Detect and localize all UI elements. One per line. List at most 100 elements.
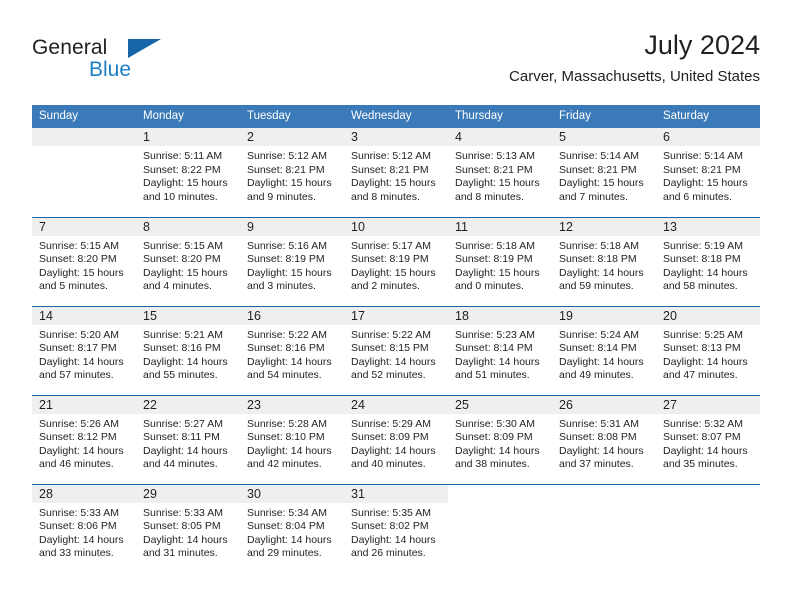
daylight-duration-line1: Daylight: 15 hours [247,177,332,190]
sunrise-time: Sunrise: 5:24 AM [559,328,639,341]
daylight-duration-line1: Daylight: 14 hours [663,444,748,457]
calendar-day-cell[interactable]: 26 Sunrise: 5:31 AM Sunset: 8:08 PM Dayligh… [552,394,656,484]
daylight-duration-line1: Daylight: 15 hours [455,177,540,190]
calendar-day-cell[interactable]: 7 Sunrise: 5:15 AM Sunset: 8:20 PM Daylight… [32,216,136,306]
calendar-day-cell[interactable]: 28 Sunrise: 5:33 AM Sunset: 8:06 PM Dayligh… [32,483,136,573]
sunset-time: Sunset: 8:13 PM [663,342,741,355]
calendar-day-cell[interactable]: 1 Sunrise: 5:11 AM Sunset: 8:22 PM Daylight… [136,128,240,217]
calendar-day-cell[interactable]: 21 Sunrise: 5:26 AM Sunset: 8:12 PM Dayligh… [32,394,136,484]
sunset-time: Sunset: 8:18 PM [663,253,741,266]
calendar-day-cell[interactable]: 10 Sunrise: 5:17 AM Sunset: 8:19 PM Dayligh… [344,216,448,306]
calendar-day-cell[interactable]: 3 Sunrise: 5:12 AM Sunset: 8:21 PM Daylight… [344,128,448,217]
calendar-cell-blank [448,483,552,573]
sunrise-time: Sunrise: 5:22 AM [351,328,431,341]
daylight-duration-line2: and 8 minutes. [455,190,524,203]
daylight-duration-line2: and 57 minutes. [39,369,114,382]
calendar-day-cell[interactable]: 16 Sunrise: 5:22 AM Sunset: 8:16 PM Dayligh… [240,305,344,395]
daylight-duration-line1: Daylight: 14 hours [247,355,332,368]
daylight-duration-line2: and 6 minutes. [663,190,732,203]
sunset-time: Sunset: 8:11 PM [143,431,220,444]
daylight-duration-line1: Daylight: 15 hours [143,266,228,279]
sunrise-time: Sunrise: 5:20 AM [39,328,119,341]
day-details: Sunrise: 5:15 AM Sunset: 8:20 PM Daylight:… [136,236,240,294]
daylight-duration-line1: Daylight: 15 hours [351,177,436,190]
sunset-time: Sunset: 8:21 PM [663,163,741,176]
calendar-day-cell[interactable]: 13 Sunrise: 5:19 AM Sunset: 8:18 PM Dayligh… [656,216,760,306]
calendar-day-cell[interactable]: 4 Sunrise: 5:13 AM Sunset: 8:21 PM Daylight… [448,128,552,217]
daylight-duration-line1: Daylight: 14 hours [351,355,436,368]
day-number: 4 [448,128,552,146]
daylight-duration-line2: and 58 minutes. [663,280,738,293]
daylight-duration-line1: Daylight: 15 hours [455,266,540,279]
calendar-day-cell[interactable]: 19 Sunrise: 5:24 AM Sunset: 8:14 PM Dayligh… [552,305,656,395]
daylight-duration-line1: Daylight: 14 hours [143,533,228,546]
daylight-duration-line1: Daylight: 14 hours [559,266,644,279]
day-number: 12 [552,217,656,236]
calendar-day-cell[interactable]: 30 Sunrise: 5:34 AM Sunset: 8:04 PM Dayligh… [240,483,344,573]
calendar-day-cell[interactable]: 18 Sunrise: 5:23 AM Sunset: 8:14 PM Dayligh… [448,305,552,395]
day-details: Sunrise: 5:11 AM Sunset: 8:22 PM Daylight:… [136,146,240,204]
calendar-day-cell[interactable]: 8 Sunrise: 5:15 AM Sunset: 8:20 PM Daylight… [136,216,240,306]
calendar-day-cell[interactable]: 5 Sunrise: 5:14 AM Sunset: 8:21 PM Daylight… [552,128,656,217]
daylight-duration-line1: Daylight: 14 hours [559,355,644,368]
sunrise-time: Sunrise: 5:31 AM [559,417,639,430]
calendar-day-cell[interactable]: 20 Sunrise: 5:25 AM Sunset: 8:13 PM Dayligh… [656,305,760,395]
sunset-time: Sunset: 8:17 PM [39,342,117,355]
calendar-day-cell[interactable]: 22 Sunrise: 5:27 AM Sunset: 8:11 PM Dayligh… [136,394,240,484]
calendar-day-cell[interactable]: 12 Sunrise: 5:18 AM Sunset: 8:18 PM Dayligh… [552,216,656,306]
daylight-duration-line2: and 47 minutes. [663,369,738,382]
calendar-day-cell[interactable]: 29 Sunrise: 5:33 AM Sunset: 8:05 PM Dayligh… [136,483,240,573]
day-details: Sunrise: 5:30 AM Sunset: 8:09 PM Daylight:… [448,414,552,472]
day-details: Sunrise: 5:13 AM Sunset: 8:21 PM Daylight:… [448,146,552,204]
day-number: 15 [136,306,240,325]
day-number: 28 [32,484,136,503]
calendar-day-cell[interactable]: 14 Sunrise: 5:20 AM Sunset: 8:17 PM Dayligh… [32,305,136,395]
brand-triangle-icon [128,39,161,58]
daylight-duration-line2: and 40 minutes. [351,458,426,471]
calendar-week-row: 1 Sunrise: 5:11 AM Sunset: 8:22 PM Daylight… [32,128,760,217]
sunrise-time: Sunrise: 5:12 AM [351,150,431,162]
daylight-duration-line2: and 26 minutes. [351,547,426,560]
daylight-duration-line1: Daylight: 14 hours [455,444,540,457]
calendar-week-row: 14 Sunrise: 5:20 AM Sunset: 8:17 PM Dayligh… [32,305,760,395]
sunrise-time: Sunrise: 5:12 AM [247,150,327,162]
day-details: Sunrise: 5:25 AM Sunset: 8:13 PM Daylight:… [656,325,760,383]
brand-name-blue: Blue [89,58,132,81]
calendar-week-row: 21 Sunrise: 5:26 AM Sunset: 8:12 PM Dayligh… [32,394,760,484]
sunset-time: Sunset: 8:16 PM [143,342,221,355]
day-details: Sunrise: 5:23 AM Sunset: 8:14 PM Daylight:… [448,325,552,383]
daylight-duration-line2: and 7 minutes. [559,190,628,203]
calendar-day-cell[interactable]: 11 Sunrise: 5:18 AM Sunset: 8:19 PM Dayligh… [448,216,552,306]
day-number: 20 [656,306,760,325]
calendar-day-cell[interactable]: 2 Sunrise: 5:12 AM Sunset: 8:21 PM Daylight… [240,128,344,217]
day-number: 6 [656,128,760,146]
day-number: 16 [240,306,344,325]
brand-logo[interactable]: General Blue [32,36,252,88]
daylight-duration-line2: and 49 minutes. [559,369,634,382]
daylight-duration-line2: and 52 minutes. [351,369,426,382]
sunset-time: Sunset: 8:20 PM [143,253,221,266]
calendar-day-cell[interactable]: 15 Sunrise: 5:21 AM Sunset: 8:16 PM Dayligh… [136,305,240,395]
daylight-duration-line1: Daylight: 14 hours [143,355,228,368]
sunrise-time: Sunrise: 5:11 AM [143,150,223,162]
page-header: General Blue July 2024 Carver, Massachus… [32,28,760,90]
daylight-duration-line2: and 8 minutes. [351,190,420,203]
calendar-day-cell[interactable]: 24 Sunrise: 5:29 AM Sunset: 8:09 PM Dayligh… [344,394,448,484]
daylight-duration-line1: Daylight: 15 hours [351,266,436,279]
calendar-day-cell[interactable]: 25 Sunrise: 5:30 AM Sunset: 8:09 PM Dayligh… [448,394,552,484]
day-number: 21 [32,395,136,414]
daylight-duration-line1: Daylight: 14 hours [39,355,124,368]
calendar-day-cell[interactable]: 6 Sunrise: 5:14 AM Sunset: 8:21 PM Daylight… [656,128,760,217]
sunrise-time: Sunrise: 5:26 AM [39,417,119,430]
day-details: Sunrise: 5:35 AM Sunset: 8:02 PM Daylight:… [344,503,448,561]
calendar-day-cell[interactable]: 27 Sunrise: 5:32 AM Sunset: 8:07 PM Dayligh… [656,394,760,484]
day-number: 9 [240,217,344,236]
calendar-day-cell[interactable]: 17 Sunrise: 5:22 AM Sunset: 8:15 PM Dayligh… [344,305,448,395]
sunrise-time: Sunrise: 5:19 AM [663,239,743,252]
calendar-day-cell[interactable]: 31 Sunrise: 5:35 AM Sunset: 8:02 PM Dayligh… [344,483,448,573]
sunset-time: Sunset: 8:21 PM [455,163,533,176]
daylight-duration-line2: and 37 minutes. [559,458,634,471]
calendar-day-cell[interactable]: 23 Sunrise: 5:28 AM Sunset: 8:10 PM Dayligh… [240,394,344,484]
day-details: Sunrise: 5:24 AM Sunset: 8:14 PM Daylight:… [552,325,656,383]
calendar-day-cell[interactable]: 9 Sunrise: 5:16 AM Sunset: 8:19 PM Daylight… [240,216,344,306]
